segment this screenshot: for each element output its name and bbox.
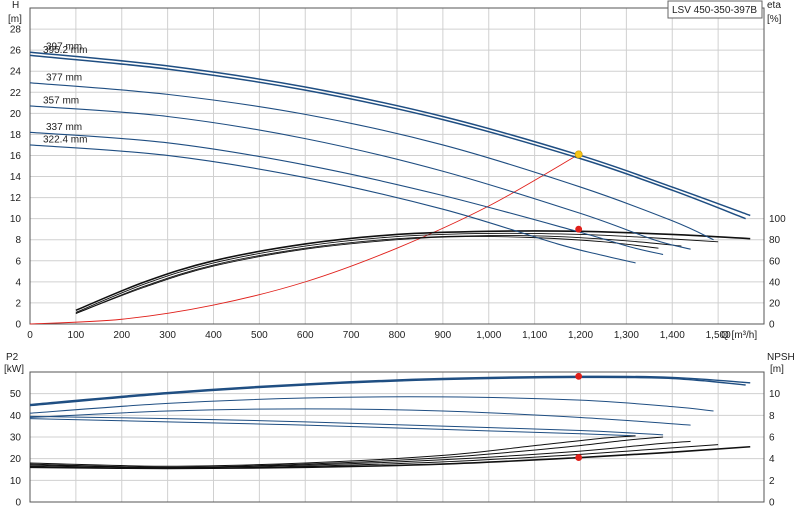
npsh-axis-unit: [m]	[770, 364, 784, 375]
flow-tick-4: 400	[205, 330, 222, 341]
head-curve-label-2: 377 mm	[46, 72, 82, 83]
head-axis-unit: [m]	[8, 14, 22, 25]
model-label: LSV 450-350-397B	[672, 5, 757, 16]
flow-tick-14: 1,400	[660, 330, 685, 341]
head-curve-1	[29, 54, 746, 220]
power-tick-4: 40	[10, 411, 22, 422]
power-curve-1	[29, 376, 746, 407]
head-tick-5: 10	[10, 214, 22, 225]
head-curve-label-5: 322.4 mm	[43, 134, 87, 145]
head-tick-11: 22	[10, 88, 22, 99]
head-tick-3: 6	[15, 256, 21, 267]
npsh-axis-title: NPSH	[767, 352, 795, 363]
head-curve-5	[29, 144, 636, 264]
head-curve-label-1: 395.2 mm	[43, 45, 87, 56]
head-tick-12: 24	[10, 67, 22, 78]
flow-tick-2: 200	[113, 330, 130, 341]
power-tick-5: 50	[10, 389, 22, 400]
pump-performance-chart: 397 mm 395.2 mm 377 mm 357 mm 337 mm 322.4 mm…	[0, 0, 800, 520]
efficiency-axis-title: eta	[767, 0, 781, 11]
flow-tick-6: 600	[297, 330, 314, 341]
chart-canvas: 397 mm395.2 mm377 mm357 mm337 mm322.4 mm…	[4, 0, 795, 509]
efficiency-tick-1: 20	[769, 298, 781, 309]
head-tick-7: 14	[10, 172, 22, 183]
efficiency-tick-0: 0	[769, 320, 775, 331]
flow-tick-9: 900	[435, 330, 452, 341]
duty-point-npsh	[575, 454, 583, 461]
head-tick-1: 2	[15, 298, 21, 309]
head-tick-10: 20	[10, 109, 22, 120]
head-tick-14: 28	[10, 25, 22, 36]
power-axis-title: P2	[6, 352, 19, 363]
npsh-tick-1: 2	[769, 476, 775, 487]
power-tick-0: 0	[15, 498, 21, 509]
head-tick-8: 16	[10, 151, 22, 162]
npsh-tick-5: 10	[769, 389, 781, 400]
npsh-curve-4	[29, 435, 636, 467]
head-axis-title: H	[12, 0, 19, 11]
head-tick-9: 18	[10, 130, 22, 141]
duty-point-efficiency	[575, 225, 583, 233]
npsh-tick-0: 0	[769, 498, 775, 509]
efficiency-axis-unit: [%]	[767, 14, 782, 25]
flow-tick-12: 1,200	[568, 330, 593, 341]
head-tick-6: 12	[10, 193, 22, 204]
duty-point-head	[574, 150, 583, 159]
flow-tick-5: 500	[251, 330, 268, 341]
power-curve-5	[29, 418, 636, 437]
power-tick-2: 20	[10, 454, 22, 465]
npsh-tick-2: 4	[769, 454, 775, 465]
flow-tick-8: 800	[389, 330, 406, 341]
head-tick-2: 4	[15, 277, 21, 288]
head-curve-2	[29, 82, 714, 241]
head-curve-4	[29, 131, 664, 256]
head-tick-4: 8	[15, 235, 21, 246]
head-curve-label-3: 357 mm	[43, 95, 79, 106]
flow-tick-0: 0	[27, 330, 33, 341]
flow-axis-title: Q [m³/h]	[721, 330, 757, 341]
efficiency-tick-5: 100	[769, 214, 786, 225]
bottom-panel-grid	[29, 372, 764, 503]
power-curve-3	[29, 408, 691, 426]
top-panel-grid	[29, 8, 764, 325]
flow-tick-1: 100	[68, 330, 85, 341]
power-curve-4	[29, 415, 664, 436]
npsh-tick-3: 6	[769, 433, 775, 444]
flow-tick-11: 1,100	[522, 330, 547, 341]
power-tick-3: 30	[10, 433, 22, 444]
bottom-panel-curves	[29, 372, 751, 470]
power-axis-unit: [kW]	[4, 364, 24, 375]
npsh-curve-2	[29, 440, 691, 468]
flow-tick-13: 1,300	[614, 330, 639, 341]
head-tick-0: 0	[15, 320, 21, 331]
duty-point-power	[575, 372, 583, 380]
flow-tick-7: 700	[343, 330, 360, 341]
flow-tick-3: 300	[159, 330, 176, 341]
efficiency-tick-3: 60	[769, 256, 781, 267]
flow-tick-10: 1,000	[476, 330, 501, 341]
head-curve-3	[29, 105, 691, 250]
efficiency-tick-2: 40	[769, 277, 781, 288]
head-curve-label-4: 337 mm	[46, 122, 82, 133]
head-tick-13: 26	[10, 46, 22, 57]
power-curve-2	[29, 396, 714, 414]
head-curve-0	[29, 51, 751, 217]
efficiency-tick-4: 80	[769, 235, 781, 246]
power-curve-0	[29, 375, 751, 406]
power-tick-1: 10	[10, 476, 22, 487]
npsh-tick-4: 8	[769, 411, 775, 422]
